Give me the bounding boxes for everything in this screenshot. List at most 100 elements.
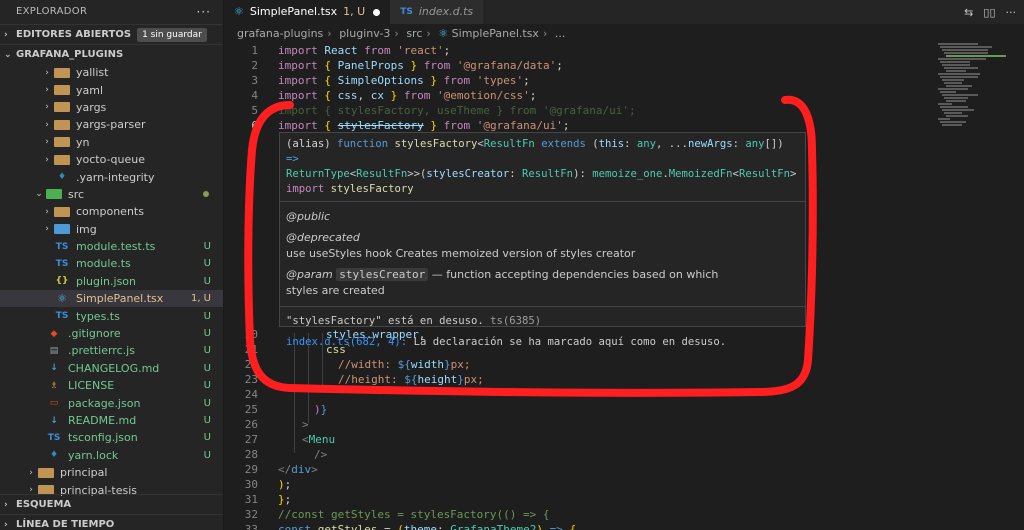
tree-item[interactable]: › yargs — [0, 99, 223, 116]
tree-item[interactable]: › components — [0, 203, 223, 220]
folder-src-icon — [46, 189, 62, 200]
react-icon: ⚛ — [234, 5, 244, 18]
tab-index-d-ts[interactable]: TS index.d.ts — [390, 0, 484, 24]
tree-item-label: src — [68, 187, 85, 201]
deprecated-text: use useStyles hook Creates memoized vers… — [286, 247, 636, 260]
tree-item[interactable]: TS tsconfig.json U — [0, 429, 223, 446]
tree-item[interactable]: ▭ package.json U — [0, 394, 223, 411]
tree-item[interactable]: › img — [0, 221, 223, 238]
code-line: ); — [278, 478, 292, 491]
git-status-badge: U — [203, 328, 211, 340]
markdown-icon: ↓ — [50, 415, 58, 426]
tree-item[interactable]: {} plugin.json U — [0, 273, 223, 290]
tree-item[interactable]: › yocto-queue — [0, 151, 223, 168]
line-number: 27 — [244, 433, 258, 446]
tree-item[interactable]: ◆ .gitignore U — [0, 325, 223, 342]
line-number: 20 — [244, 328, 258, 341]
git-status-badge: U — [203, 362, 211, 374]
line-number: 31 — [244, 493, 258, 506]
line-number: 4 — [251, 89, 258, 102]
hover-tooltip: (alias) function stylesFactory<ResultFn … — [279, 132, 806, 348]
minimap-line — [942, 109, 974, 111]
tree-item[interactable]: ♦ .yarn-integrity — [0, 168, 223, 185]
tree-item[interactable]: › yargs-parser — [0, 116, 223, 133]
tab-status: 1, U — [343, 5, 366, 18]
tag-public: @public — [286, 210, 331, 223]
tree-item-label: img — [76, 222, 97, 236]
outline-section[interactable]: › ESQUEMA — [0, 494, 223, 514]
tree-item[interactable]: › principal — [0, 464, 223, 481]
unsaved-dot-icon[interactable] — [373, 8, 381, 16]
tree-item[interactable]: ♗ LICENSE U — [0, 377, 223, 394]
react-icon: ⚛ — [438, 27, 449, 40]
compare-changes-icon[interactable]: ⇆ — [964, 6, 973, 19]
tree-item[interactable]: TS module.ts U — [0, 255, 223, 272]
line-number: 33 — [244, 523, 258, 530]
tree-item[interactable]: TS module.test.ts U — [0, 238, 223, 255]
tree-item-label: principal — [60, 466, 108, 480]
line-number: 2 — [251, 59, 258, 72]
chevron-right-icon: › — [45, 137, 49, 148]
git-status-badge: U — [203, 310, 211, 322]
minimap-line — [938, 43, 978, 45]
tree-item[interactable]: › yn — [0, 134, 223, 151]
minimap-line — [940, 91, 956, 93]
tree-item[interactable]: TS types.ts U — [0, 307, 223, 324]
timeline-section[interactable]: › LÍNEA DE TIEMPO — [0, 514, 223, 530]
line-number: 6 — [251, 119, 258, 132]
tab-bar: ⚛ SimplePanel.tsx 1, U TS index.d.ts ⇆ ▯… — [224, 0, 1024, 24]
tree-item-label: module.ts — [76, 257, 131, 271]
code-line: //width: ${width}px; — [338, 358, 471, 371]
chevron-right-icon: › — [45, 206, 49, 217]
tree-item[interactable]: › yaml — [0, 81, 223, 98]
minimap-line — [944, 112, 962, 114]
minimap-line — [940, 106, 968, 108]
timeline-label: LÍNEA DE TIEMPO — [16, 518, 115, 530]
breadcrumb-item[interactable]: src — [406, 27, 422, 40]
declaration-link[interactable]: index.d.ts(682, 4): — [286, 336, 407, 348]
chevron-right-icon: › — [45, 154, 49, 165]
param-name: stylesCreator — [336, 268, 429, 281]
tree-item[interactable]: ▤ .prettierrc.js U — [0, 342, 223, 359]
code-line: import { SimpleOptions } from 'types'; — [278, 74, 530, 87]
tree-item[interactable]: ⌄ src — [0, 186, 223, 203]
tree-item[interactable]: ↓ CHANGELOG.md U — [0, 360, 223, 377]
line-number: 21 — [244, 343, 258, 356]
more-actions-icon[interactable]: ··· — [197, 0, 211, 24]
tree-item[interactable]: ♦ yarn.lock U — [0, 447, 223, 464]
minimap-line — [942, 64, 970, 66]
line-number: 28 — [244, 448, 258, 461]
line-number: 26 — [244, 418, 258, 431]
hover-signature: (alias) function stylesFactory<ResultFn … — [280, 133, 805, 202]
tree-item-label: .gitignore — [68, 327, 121, 341]
diagnostic-code[interactable]: ts(6385) — [490, 315, 541, 327]
tab-simplepanel[interactable]: ⚛ SimplePanel.tsx 1, U — [224, 0, 391, 24]
minimap[interactable] — [934, 43, 1024, 153]
breadcrumb-item[interactable]: pluginv-3 — [339, 27, 390, 40]
folder-icon — [54, 206, 70, 217]
tree-item-label: yn — [76, 135, 90, 149]
tree-item[interactable]: ↓ README.md U — [0, 412, 223, 429]
breadcrumb-item[interactable]: grafana-plugins — [237, 27, 323, 40]
workspace-section[interactable]: ⌄ GRAFANA_PLUGINS — [0, 44, 223, 64]
minimap-line — [940, 76, 978, 78]
more-actions-icon[interactable]: ··· — [1006, 6, 1017, 19]
folder-image-icon — [54, 224, 70, 235]
tree-item[interactable]: › yallist — [0, 64, 223, 81]
line-number: 22 — [244, 358, 258, 371]
editor-actions: ⇆ ▯▯ ··· — [964, 0, 1016, 24]
breadcrumb-item[interactable]: SimplePanel.tsx — [452, 27, 539, 40]
tab-label: index.d.ts — [418, 5, 474, 18]
breadcrumb: grafana-plugins › pluginv-3 › src › ⚛ Simpl… — [224, 24, 1024, 43]
tree-item-label: components — [76, 205, 144, 219]
open-editors-section[interactable]: › EDITORES ABIERTOS 1 sin guardar — [0, 24, 223, 44]
modified-dot-icon — [203, 191, 209, 198]
tree-item[interactable]: ⚛ SimplePanel.tsx 1, U — [0, 290, 223, 308]
code-line: </div> — [278, 463, 318, 476]
hover-docs: @public @deprecated use useStyles hook Cr… — [280, 202, 805, 306]
npm-icon: ▭ — [49, 398, 59, 409]
breadcrumb-item[interactable]: ... — [555, 27, 566, 40]
split-editor-icon[interactable]: ▯▯ — [983, 6, 995, 19]
git-status-badge: U — [203, 397, 211, 409]
param-text-2: styles are created — [286, 284, 385, 297]
